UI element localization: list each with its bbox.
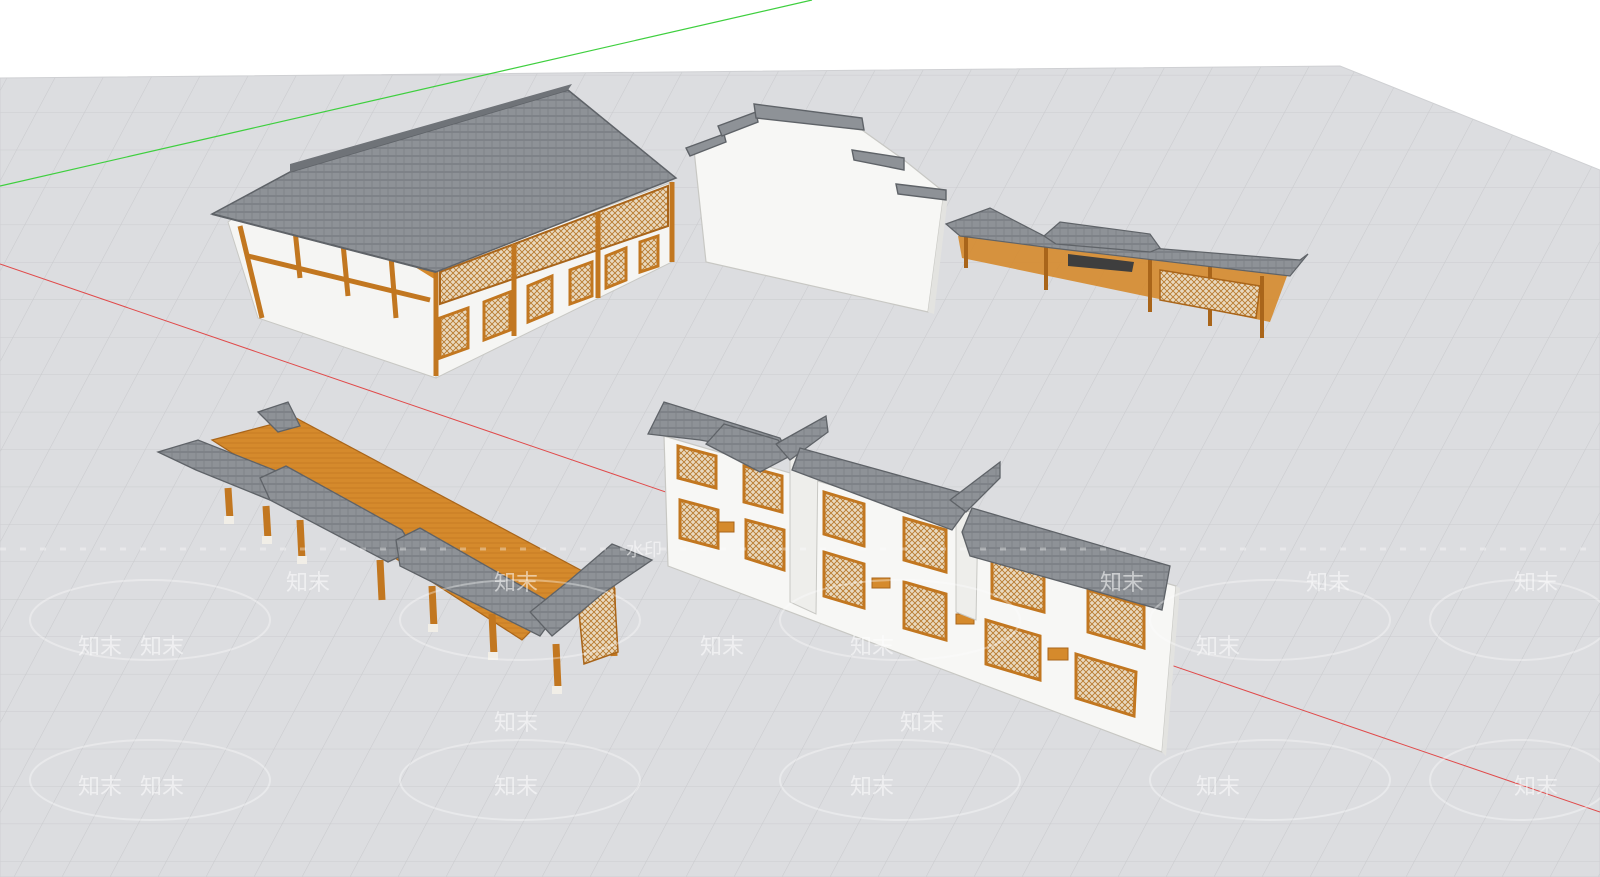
watermark-text: 知末 <box>1306 571 1350 596</box>
watermark-text: 知末 <box>850 635 894 660</box>
watermark-text: 知末 <box>286 571 330 596</box>
watermark-text: 知末 <box>850 775 894 800</box>
watermark-text: 知末 <box>78 635 122 660</box>
watermark-text: 知末 <box>1514 775 1558 800</box>
watermark-text: 知末 <box>1196 775 1240 800</box>
viewport-canvas[interactable]: 知末 知末 知末 知末 知末 知末 知末 知末 知末 知末 知末 知末 知末 知… <box>0 0 1600 877</box>
watermark-text: 知末 <box>140 775 184 800</box>
watermark-text: 知末 <box>494 711 538 736</box>
watermark-text: 知末 <box>1100 571 1144 596</box>
watermark-text: 知末 <box>1196 635 1240 660</box>
watermark-text: 知末 <box>494 571 538 596</box>
watermark-text: 知末 <box>140 635 184 660</box>
watermark-text: 知末 <box>900 711 944 736</box>
watermark-text: 知末 <box>494 775 538 800</box>
watermark-text: 知末 <box>1514 571 1558 596</box>
watermark-tag: 水印 <box>626 540 662 561</box>
watermark-text: 知末 <box>700 635 744 660</box>
watermark-text: 知末 <box>78 775 122 800</box>
